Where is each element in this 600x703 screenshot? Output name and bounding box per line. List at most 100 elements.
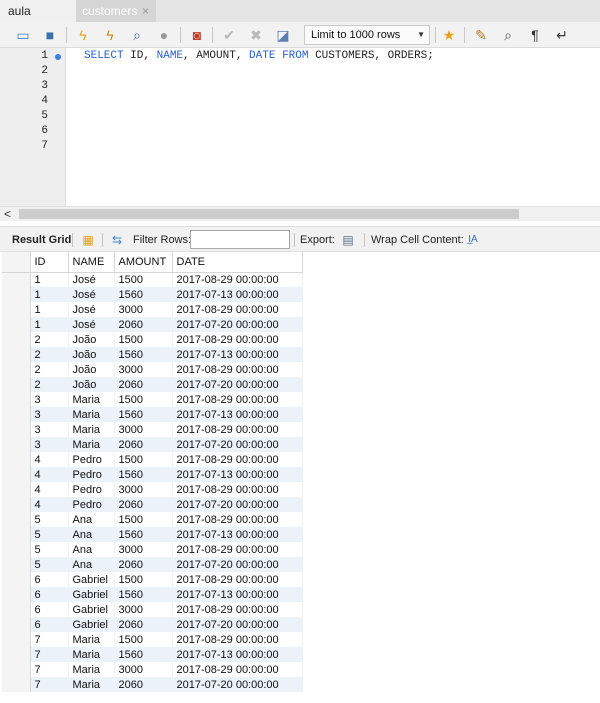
table-row[interactable]: 6 Gabriel 3000 2017-08-29 00:00:00 [2, 602, 303, 617]
cell-name[interactable]: Ana [68, 557, 115, 572]
row-header[interactable] [2, 677, 31, 692]
cell-name[interactable]: João [68, 377, 115, 392]
row-header[interactable] [2, 542, 31, 557]
cell-date[interactable]: 2017-08-29 00:00:00 [172, 452, 303, 467]
cell-date[interactable]: 2017-08-29 00:00:00 [172, 362, 303, 377]
cell-id[interactable]: 4 [30, 467, 69, 482]
tab-customers[interactable]: customers × [76, 0, 156, 22]
cell-amount[interactable]: 2060 [114, 317, 173, 332]
cell-id[interactable]: 2 [30, 362, 69, 377]
cell-id[interactable]: 7 [30, 662, 69, 677]
cell-name[interactable]: José [68, 302, 115, 317]
row-header[interactable] [2, 377, 31, 392]
row-header[interactable] [2, 437, 31, 452]
cell-amount[interactable]: 3000 [114, 422, 173, 437]
cell-amount[interactable]: 2060 [114, 617, 173, 632]
row-header[interactable] [2, 452, 31, 467]
cell-date[interactable]: 2017-08-29 00:00:00 [172, 422, 303, 437]
cell-id[interactable]: 3 [30, 422, 69, 437]
cell-amount[interactable]: 1500 [114, 512, 173, 527]
cell-name[interactable]: Ana [68, 527, 115, 542]
cell-date[interactable]: 2017-07-13 00:00:00 [172, 527, 303, 542]
table-row[interactable]: 2 João 1560 2017-07-13 00:00:00 [2, 347, 303, 362]
cell-date[interactable]: 2017-07-20 00:00:00 [172, 377, 303, 392]
cell-name[interactable]: Pedro [68, 467, 115, 482]
cell-name[interactable]: Maria [68, 407, 115, 422]
row-header[interactable] [2, 647, 31, 662]
cell-id[interactable]: 7 [30, 647, 69, 662]
cell-date[interactable]: 2017-07-13 00:00:00 [172, 647, 303, 662]
cell-name[interactable]: José [68, 317, 115, 332]
cell-name[interactable]: Gabriel [68, 617, 115, 632]
execute-lightning-icon[interactable]: ϟ [74, 26, 92, 44]
cell-name[interactable]: Maria [68, 422, 115, 437]
cell-date[interactable]: 2017-07-13 00:00:00 [172, 587, 303, 602]
sql-editor[interactable]: 1 2 3 4 5 6 7 SELECT ID, NAME, AMOUNT, D… [0, 48, 600, 206]
cell-date[interactable]: 2017-08-29 00:00:00 [172, 302, 303, 317]
cell-id[interactable]: 3 [30, 407, 69, 422]
rollback-cancel-icon[interactable]: ✖ [247, 26, 265, 44]
cell-amount[interactable]: 1500 [114, 272, 173, 287]
cell-amount[interactable]: 2060 [114, 557, 173, 572]
row-header[interactable] [2, 302, 31, 317]
table-row[interactable]: 4 Pedro 3000 2017-08-29 00:00:00 [2, 482, 303, 497]
row-header[interactable] [2, 332, 31, 347]
cell-amount[interactable]: 2060 [114, 377, 173, 392]
limit-rows-select[interactable]: Limit to 1000 rows ▼ [304, 25, 430, 45]
cell-date[interactable]: 2017-08-29 00:00:00 [172, 482, 303, 497]
table-row[interactable]: 6 Gabriel 1500 2017-08-29 00:00:00 [2, 572, 303, 587]
column-header-name[interactable]: NAME [68, 252, 115, 273]
cell-name[interactable]: Gabriel [68, 602, 115, 617]
cell-id[interactable]: 5 [30, 557, 69, 572]
cell-name[interactable]: Maria [68, 632, 115, 647]
table-row[interactable]: 1 José 3000 2017-08-29 00:00:00 [2, 302, 303, 317]
cell-date[interactable]: 2017-07-20 00:00:00 [172, 677, 303, 692]
table-row[interactable]: 4 Pedro 1560 2017-07-13 00:00:00 [2, 467, 303, 482]
row-header[interactable] [2, 272, 31, 287]
cell-amount[interactable]: 1500 [114, 332, 173, 347]
cell-id[interactable]: 1 [30, 287, 69, 302]
invisible-characters-icon[interactable]: ¶ [526, 26, 544, 44]
cell-amount[interactable]: 1560 [114, 407, 173, 422]
cell-amount[interactable]: 1500 [114, 572, 173, 587]
cell-date[interactable]: 2017-07-13 00:00:00 [172, 347, 303, 362]
cell-id[interactable]: 2 [30, 377, 69, 392]
cell-amount[interactable]: 1500 [114, 632, 173, 647]
cell-amount[interactable]: 1560 [114, 527, 173, 542]
cell-name[interactable]: Ana [68, 542, 115, 557]
cell-id[interactable]: 5 [30, 527, 69, 542]
cell-id[interactable]: 3 [30, 392, 69, 407]
cell-id[interactable]: 6 [30, 572, 69, 587]
row-header[interactable] [2, 662, 31, 677]
grid-view-icon[interactable]: ▦ [80, 232, 96, 248]
cell-id[interactable]: 4 [30, 452, 69, 467]
row-header[interactable] [2, 617, 31, 632]
commit-check-icon[interactable]: ✔ [220, 26, 238, 44]
add-snippet-star-icon[interactable]: ★ [440, 26, 458, 44]
cell-amount[interactable]: 1560 [114, 647, 173, 662]
cell-name[interactable]: José [68, 272, 115, 287]
table-row[interactable]: 2 João 2060 2017-07-20 00:00:00 [2, 377, 303, 392]
cell-name[interactable]: Maria [68, 437, 115, 452]
cell-date[interactable]: 2017-07-13 00:00:00 [172, 407, 303, 422]
cell-date[interactable]: 2017-08-29 00:00:00 [172, 392, 303, 407]
row-header[interactable] [2, 347, 31, 362]
refresh-arrows-icon[interactable]: ⇆ [109, 232, 125, 248]
table-row[interactable]: 2 João 1500 2017-08-29 00:00:00 [2, 332, 303, 347]
table-row[interactable]: 4 Pedro 1500 2017-08-29 00:00:00 [2, 452, 303, 467]
row-header[interactable] [2, 317, 31, 332]
cell-name[interactable]: Maria [68, 677, 115, 692]
table-row[interactable]: 6 Gabriel 2060 2017-07-20 00:00:00 [2, 617, 303, 632]
row-header[interactable] [2, 587, 31, 602]
row-header[interactable] [2, 482, 31, 497]
cell-name[interactable]: José [68, 287, 115, 302]
cell-id[interactable]: 5 [30, 512, 69, 527]
cell-name[interactable]: Pedro [68, 482, 115, 497]
cell-id[interactable]: 7 [30, 632, 69, 647]
tab-aula[interactable]: aula [0, 0, 76, 22]
column-header-date[interactable]: DATE [172, 252, 303, 273]
table-row[interactable]: 6 Gabriel 1560 2017-07-13 00:00:00 [2, 587, 303, 602]
cell-amount[interactable]: 2060 [114, 497, 173, 512]
cell-amount[interactable]: 3000 [114, 302, 173, 317]
table-row[interactable]: 7 Maria 2060 2017-07-20 00:00:00 [2, 677, 303, 692]
